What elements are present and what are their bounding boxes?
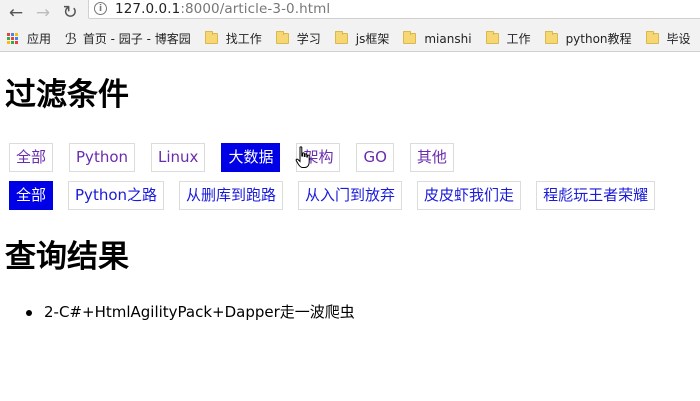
- result-list: 2-C#+HtmlAgilityPack+Dapper走一波爬虫: [26, 303, 355, 321]
- folder-icon: [645, 31, 659, 44]
- hand-cursor-icon: [295, 146, 310, 168]
- category-tag[interactable]: 全部: [9, 143, 54, 172]
- bookmarks-bar: 应用 ℬ 首页 - 园子 - 博客园 找工作 学习 js框架 mianshi 工作 python…: [0, 26, 700, 51]
- url-text[interactable]: 127.0.0.1:8000/article-3-0.html: [115, 1, 330, 17]
- bookmark-label: js框架: [355, 32, 390, 46]
- bookmark-item[interactable]: mianshi: [403, 26, 472, 51]
- subcategory-tag[interactable]: 程彪玩王者荣耀: [536, 181, 656, 210]
- bookmark-item[interactable]: 应用: [0, 26, 51, 51]
- subcategory-tag[interactable]: 从入门到放弃: [298, 181, 403, 210]
- url-path: :8000/article-3-0.html: [180, 1, 331, 17]
- forward-arrow-icon[interactable]: →: [33, 3, 53, 23]
- subcategory-filter-row: 全部 Python之路 从删库到跑路 从入门到放弃 皮皮虾我们走 程彪玩王者荣耀: [9, 181, 670, 210]
- category-tag[interactable]: Linux: [151, 143, 206, 172]
- folder-icon: [485, 31, 499, 44]
- bookmark-label: 找工作: [225, 32, 262, 46]
- folder-icon: [334, 31, 348, 44]
- category-tag[interactable]: 其他: [409, 143, 454, 172]
- reload-icon[interactable]: ↻: [60, 3, 80, 23]
- address-bar[interactable]: i 127.0.0.1:8000/article-3-0.html: [88, 0, 700, 19]
- bookmark-label: python教程: [565, 32, 632, 46]
- apps-icon: [7, 32, 19, 45]
- bookmark-item[interactable]: 学习: [275, 26, 321, 51]
- folder-icon: [275, 31, 289, 44]
- bookmark-item[interactable]: 工作: [485, 26, 531, 51]
- url-host: 127.0.0.1: [115, 1, 181, 17]
- folder-icon: [403, 31, 417, 44]
- bookmark-item[interactable]: 毕设: [645, 26, 691, 51]
- category-tag[interactable]: 大数据: [221, 143, 281, 172]
- result-item: 2-C#+HtmlAgilityPack+Dapper走一波爬虫: [26, 303, 355, 321]
- bookmark-label: mianshi: [424, 31, 472, 46]
- filter-title: 过滤条件: [5, 77, 129, 113]
- category-filter-row: 全部 Python Linux 大数据 架构 GO 其他: [9, 143, 470, 172]
- subcategory-tag[interactable]: 全部: [9, 181, 54, 210]
- category-tag[interactable]: GO: [356, 143, 394, 172]
- bookmark-item[interactable]: js框架: [334, 26, 390, 51]
- browser-chrome: ← → ↻ i 127.0.0.1:8000/article-3-0.html …: [0, 0, 700, 52]
- result-title: 查询结果: [5, 239, 129, 275]
- subcategory-tag[interactable]: Python之路: [68, 181, 165, 210]
- bookmark-item[interactable]: ℬ 首页 - 园子 - 博客园: [65, 26, 191, 51]
- back-arrow-icon[interactable]: ←: [6, 3, 26, 23]
- bookmark-label: 首页 - 园子 - 博客园: [82, 32, 191, 46]
- page-content: 过滤条件 全部 Python Linux 大数据 架构 GO 其他 全部 Python之路 从删…: [0, 52, 700, 401]
- browser-toolbar: ← → ↻ i 127.0.0.1:8000/article-3-0.html: [0, 0, 700, 26]
- site-icon: ℬ: [65, 29, 77, 48]
- bookmark-label: 学习: [296, 32, 321, 46]
- folder-icon: [544, 31, 558, 44]
- bookmark-label: 毕设: [666, 32, 691, 46]
- bookmark-item[interactable]: python教程: [544, 26, 632, 51]
- bookmark-label: 工作: [506, 32, 531, 46]
- subcategory-tag[interactable]: 皮皮虾我们走: [417, 181, 522, 210]
- subcategory-tag[interactable]: 从删库到跑路: [179, 181, 284, 210]
- info-icon[interactable]: i: [94, 2, 107, 15]
- category-tag[interactable]: Python: [69, 143, 136, 172]
- bookmark-item[interactable]: 找工作: [204, 26, 262, 51]
- bookmark-label: 应用: [27, 32, 52, 46]
- folder-icon: [204, 31, 218, 44]
